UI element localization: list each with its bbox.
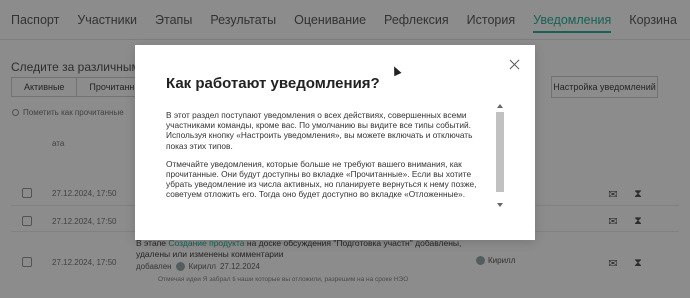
modal-paragraph: В этот раздел поступают уведомления о вс… [166,110,473,151]
modal-scrollbar[interactable] [496,104,504,207]
scroll-thumb[interactable] [496,112,504,192]
modal-paragraph: Отмечайте уведомления, которые больше не… [166,158,477,200]
scroll-up-arrow-icon[interactable] [497,104,503,108]
help-modal: Как работают уведомления? В этот раздел … [135,45,535,240]
close-icon[interactable] [509,59,521,71]
modal-body: В этот раздел поступают уведомления о вс… [166,110,491,208]
scroll-down-arrow-icon[interactable] [497,203,503,207]
modal-title: Как работают уведомления? [166,75,380,92]
